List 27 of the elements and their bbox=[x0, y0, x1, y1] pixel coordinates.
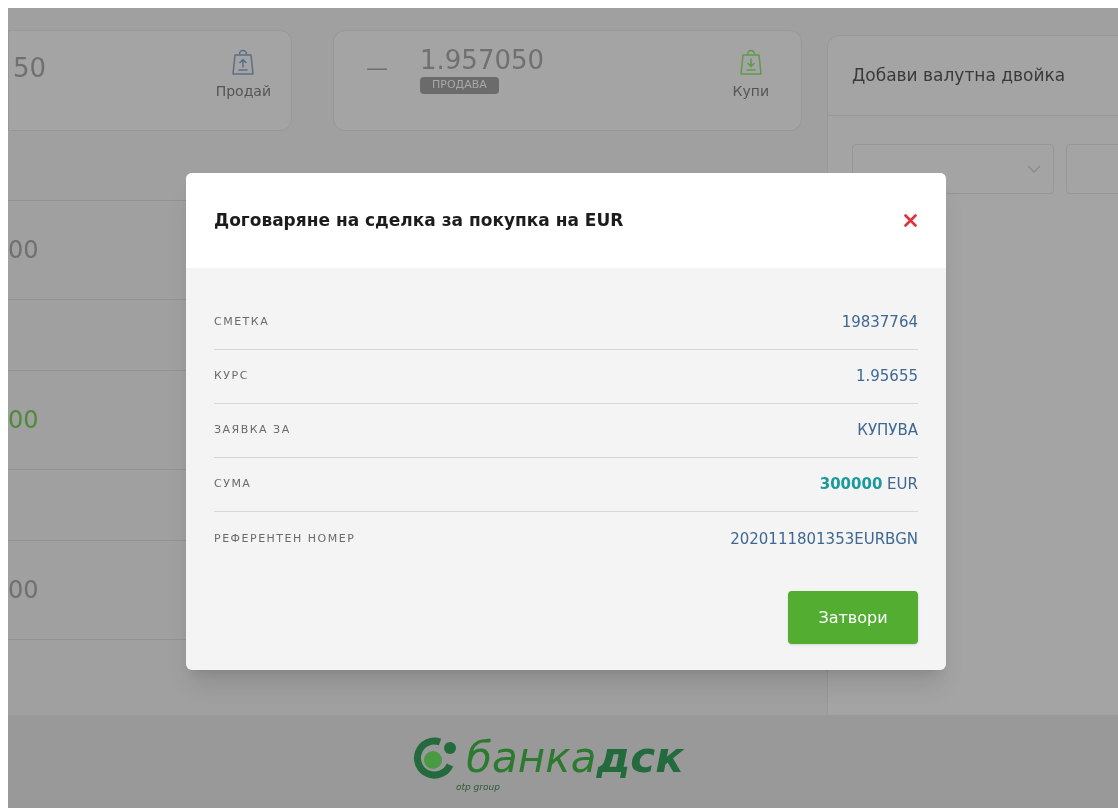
field-label: РЕФЕРЕНТЕН НОМЕР bbox=[214, 530, 356, 547]
field-value: 19837764 bbox=[841, 312, 918, 334]
field-label: КУРС bbox=[214, 368, 249, 385]
dash: — bbox=[366, 54, 388, 82]
logo-icon bbox=[412, 735, 459, 781]
close-button[interactable] bbox=[902, 212, 918, 229]
logo-text: дск bbox=[596, 737, 684, 779]
logo-subtitle: otp group bbox=[456, 781, 500, 794]
field-value: КУПУВА bbox=[857, 420, 918, 442]
field-value: 1.95655 bbox=[855, 366, 918, 388]
amount-value: 00 bbox=[8, 405, 39, 436]
chevron-down-icon bbox=[1027, 165, 1041, 173]
field-value: 2020111801353EURBGN bbox=[730, 528, 918, 550]
close-icon bbox=[903, 214, 917, 227]
field-label: ЗАЯВКА ЗА bbox=[214, 422, 291, 439]
field-value: 300000 EUR bbox=[819, 474, 918, 496]
sell-button[interactable]: Продай bbox=[215, 47, 271, 102]
buy-button[interactable]: Купи bbox=[732, 47, 769, 102]
badge: ПРОДАВА bbox=[420, 77, 499, 94]
dialog-title: Договаряне на сделка за покупка на EUR bbox=[214, 208, 624, 232]
field-label: СУМА bbox=[214, 476, 252, 493]
bag-upload-icon bbox=[231, 47, 256, 77]
panel-title: Добави валутна двойка bbox=[852, 63, 1066, 87]
field-label: СМЕТКА bbox=[214, 314, 270, 331]
logo-text: банка bbox=[466, 737, 597, 779]
bag-download-icon bbox=[738, 47, 763, 77]
close-dialog-button[interactable]: Затвори bbox=[788, 591, 918, 644]
